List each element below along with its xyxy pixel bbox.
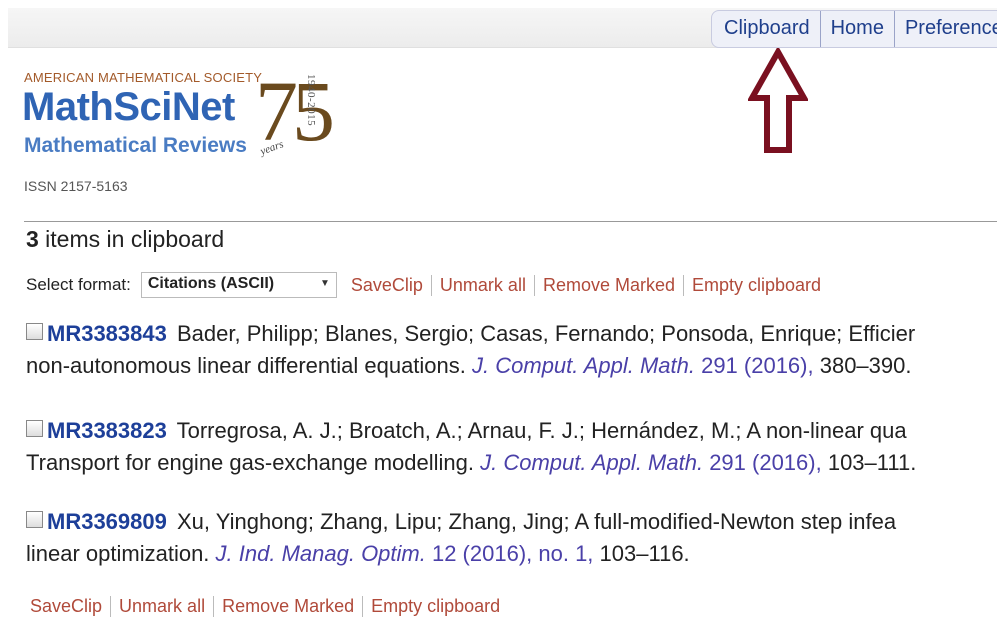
unmark-all-link[interactable]: Unmark all xyxy=(430,274,534,296)
empty-clipboard-link-bottom[interactable]: Empty clipboard xyxy=(362,596,508,617)
saveclip-link[interactable]: SaveClip xyxy=(343,275,431,296)
format-select[interactable]: Citations (ASCII) ▼ xyxy=(140,272,337,298)
format-label: Select format: xyxy=(26,275,131,294)
empty-clipboard-link[interactable]: Empty clipboard xyxy=(683,274,829,296)
ams-label: AMERICAN MATHEMATICAL SOCIETY xyxy=(24,70,263,85)
entry-authors: Bader, Philipp; Blanes, Sergio; Casas, F… xyxy=(170,321,916,346)
saveclip-link-bottom[interactable]: SaveClip xyxy=(22,596,110,617)
entry-line-1: MR3383823 Torregrosa, A. J.; Broatch, A.… xyxy=(26,415,997,447)
entry-authors: Xu, Yinghong; Zhang, Lipu; Zhang, Jing; … xyxy=(170,509,897,534)
clipboard-count-number: 3 xyxy=(26,226,39,252)
journal-link[interactable]: J. Comput. Appl. Math. xyxy=(480,450,703,475)
entry-title-end: linear optimization. xyxy=(26,541,216,566)
journal-link[interactable]: J. Ind. Manag. Optim. xyxy=(216,541,426,566)
list-item: MR3383823 Torregrosa, A. J.; Broatch, A.… xyxy=(26,415,997,479)
remove-marked-link-bottom[interactable]: Remove Marked xyxy=(213,596,362,617)
years-range: 1940-2015 xyxy=(305,74,317,127)
entry-line-1: MR3383843 Bader, Philipp; Blanes, Sergio… xyxy=(26,318,997,350)
logo-subtitle: Mathematical Reviews xyxy=(24,134,247,157)
mr-number-link[interactable]: MR3383823 xyxy=(47,418,167,443)
bottom-actions: SaveClip Unmark all Remove Marked Empty … xyxy=(22,596,508,617)
entry-line-2: linear optimization. J. Ind. Manag. Opti… xyxy=(26,538,997,570)
entry-checkbox[interactable] xyxy=(26,420,43,437)
volume-link[interactable]: 12 (2016), no. 1, xyxy=(426,541,593,566)
mr-number-link[interactable]: MR3369809 xyxy=(47,509,167,534)
format-row: Select format: Citations (ASCII) ▼ SaveC… xyxy=(26,272,829,298)
tab-home[interactable]: Home xyxy=(819,11,894,47)
logo-title: MathSciNet xyxy=(22,85,235,129)
tab-clipboard[interactable]: Clipboard xyxy=(714,11,820,47)
entry-pages: 103–111. xyxy=(821,450,917,475)
remove-marked-link[interactable]: Remove Marked xyxy=(533,274,683,296)
entry-checkbox[interactable] xyxy=(26,323,43,340)
entry-line-2: Transport for engine gas-exchange modell… xyxy=(26,447,997,479)
chevron-down-icon: ▼ xyxy=(319,278,330,289)
issn-text: ISSN 2157-5163 xyxy=(24,178,128,194)
divider xyxy=(24,221,997,222)
entry-authors: Torregrosa, A. J.; Broatch, A.; Arnau, F… xyxy=(170,418,907,443)
format-select-value: Citations (ASCII) xyxy=(147,275,275,292)
list-item: MR3369809 Xu, Yinghong; Zhang, Lipu; Zha… xyxy=(26,506,997,570)
entry-pages: 380–390. xyxy=(813,353,912,378)
anniversary-mark: 75 xyxy=(255,63,335,159)
volume-link[interactable]: 291 (2016), xyxy=(703,450,822,475)
clipboard-count: 3 items in clipboard xyxy=(26,226,224,253)
entry-title-end: Transport for engine gas-exchange modell… xyxy=(26,450,481,475)
journal-link[interactable]: J. Comput. Appl. Math. xyxy=(472,353,695,378)
unmark-all-link-bottom[interactable]: Unmark all xyxy=(110,596,213,617)
top-nav: Clipboard Home Preferences xyxy=(711,10,997,48)
entry-checkbox[interactable] xyxy=(26,511,43,528)
entry-title-end: non-autonomous linear differential equat… xyxy=(26,353,473,378)
tab-preferences[interactable]: Preferences xyxy=(893,11,997,47)
entry-line-2: non-autonomous linear differential equat… xyxy=(26,350,997,382)
mathscinet-logo[interactable]: AMERICAN MATHEMATICAL SOCIETY MathSciNet… xyxy=(22,63,335,170)
clipboard-count-label: items in clipboard xyxy=(38,226,225,252)
list-item: MR3383843 Bader, Philipp; Blanes, Sergio… xyxy=(26,318,997,382)
entry-pages: 103–116. xyxy=(593,541,690,566)
up-arrow-icon xyxy=(748,48,808,153)
mr-number-link[interactable]: MR3383843 xyxy=(47,321,167,346)
volume-link[interactable]: 291 (2016), xyxy=(695,353,814,378)
entry-line-1: MR3369809 Xu, Yinghong; Zhang, Lipu; Zha… xyxy=(26,506,997,538)
